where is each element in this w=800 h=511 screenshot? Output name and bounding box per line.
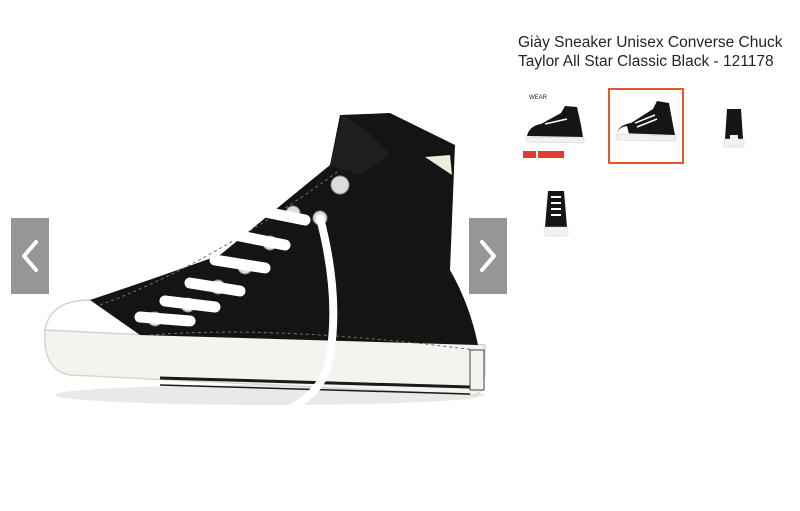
thumbnail-3[interactable]	[696, 88, 772, 164]
thumbnail-brand-label: WEAR	[529, 95, 548, 101]
product-info: Giày Sneaker Unisex Converse Chuck Taylo…	[518, 33, 788, 71]
main-product-image	[30, 95, 500, 425]
thumbnail-2[interactable]	[608, 88, 684, 164]
previous-image-button[interactable]	[11, 218, 49, 294]
thumbnail-4[interactable]	[518, 176, 594, 252]
product-title: Giày Sneaker Unisex Converse Chuck Taylo…	[518, 34, 783, 70]
chevron-right-icon	[480, 240, 496, 272]
chevron-left-icon	[22, 240, 38, 272]
product-gallery	[0, 0, 510, 511]
next-image-button[interactable]	[469, 218, 507, 294]
thumbnail-1[interactable]: WEAR	[518, 88, 594, 164]
